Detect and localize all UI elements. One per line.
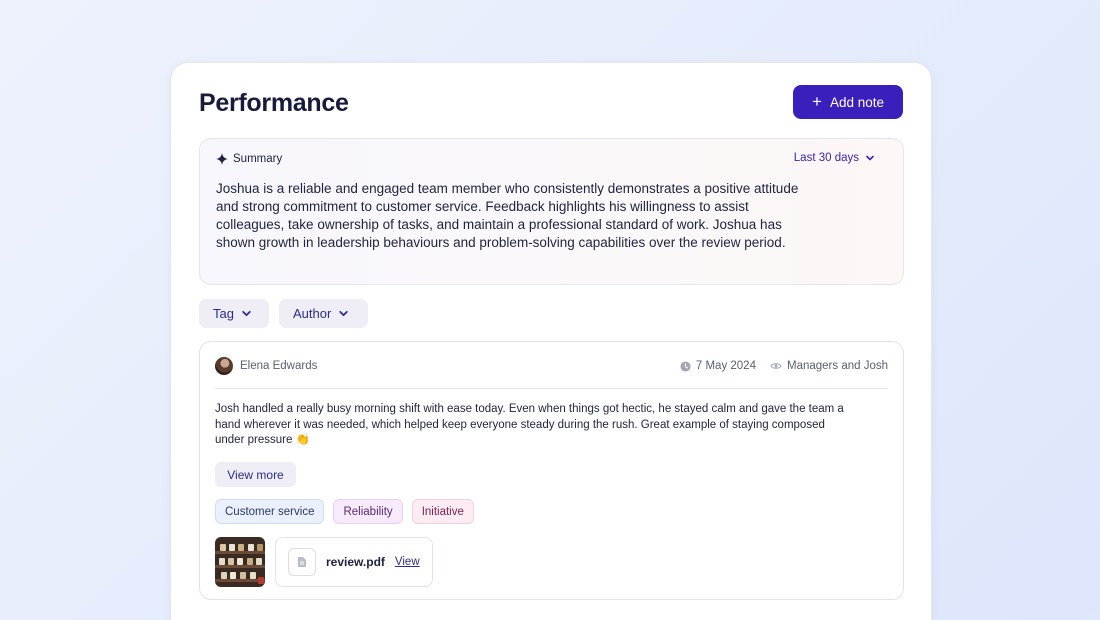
note-visibility-text: Managers and Josh [786,360,888,372]
tag-filter-label: Tag [213,306,234,321]
file-name: review.pdf [326,555,385,569]
date-range-label: Last 30 days [793,152,859,164]
page-title: Performance [199,89,349,117]
date-range-select[interactable]: Last 30 days [794,152,875,164]
add-note-label: Add note [829,94,884,110]
tag-initiative[interactable]: Initiative [411,499,474,524]
view-more-button[interactable]: View more [215,462,296,487]
plus-icon: + [812,91,822,111]
note-text: Josh handled a really busy morning shift… [215,403,844,446]
note-tags: Customer service Reliability Initiative [215,499,474,524]
note-date-text: 7 May 2024 [695,360,756,372]
chevron-down-icon [242,310,251,317]
clock-icon [680,360,691,372]
avatar [215,357,233,375]
note-meta: 7 May 2024 Managers and Josh [680,360,888,372]
file-icon [288,548,316,576]
eye-icon [770,363,782,369]
note-attachments: review.pdf View [215,537,433,587]
note-card: Elena Edwards 7 May 2024 Managers and Jo… [199,341,904,600]
view-file-link[interactable]: View [395,556,420,568]
tag-reliability[interactable]: Reliability [333,499,403,524]
note-author: Elena Edwards [215,357,317,375]
author-filter-dropdown[interactable]: Author [279,299,368,328]
divider [215,388,888,389]
pdf-attachment: review.pdf View [275,537,433,587]
summary-heading-label: Summary [233,153,283,165]
summary-panel: Summary Last 30 days Joshua is a reliabl… [199,138,904,285]
image-attachment-thumbnail[interactable] [215,537,265,587]
add-note-button[interactable]: + Add note [793,85,903,119]
summary-heading: Summary [216,153,282,165]
performance-card: Performance + Add note Summary Last 30 d… [170,62,932,620]
author-name: Elena Edwards [240,360,318,372]
summary-text: Joshua is a reliable and engaged team me… [216,181,799,250]
chevron-down-icon [866,155,874,161]
note-date: 7 May 2024 [680,360,756,372]
chevron-down-icon [339,310,348,317]
sparkle-icon [216,153,228,165]
tag-customer-service[interactable]: Customer service [215,499,325,524]
author-filter-label: Author [293,306,332,321]
tag-filter-dropdown[interactable]: Tag [199,299,269,328]
note-visibility: Managers and Josh [770,360,888,372]
app-background: Performance + Add note Summary Last 30 d… [0,0,1100,620]
